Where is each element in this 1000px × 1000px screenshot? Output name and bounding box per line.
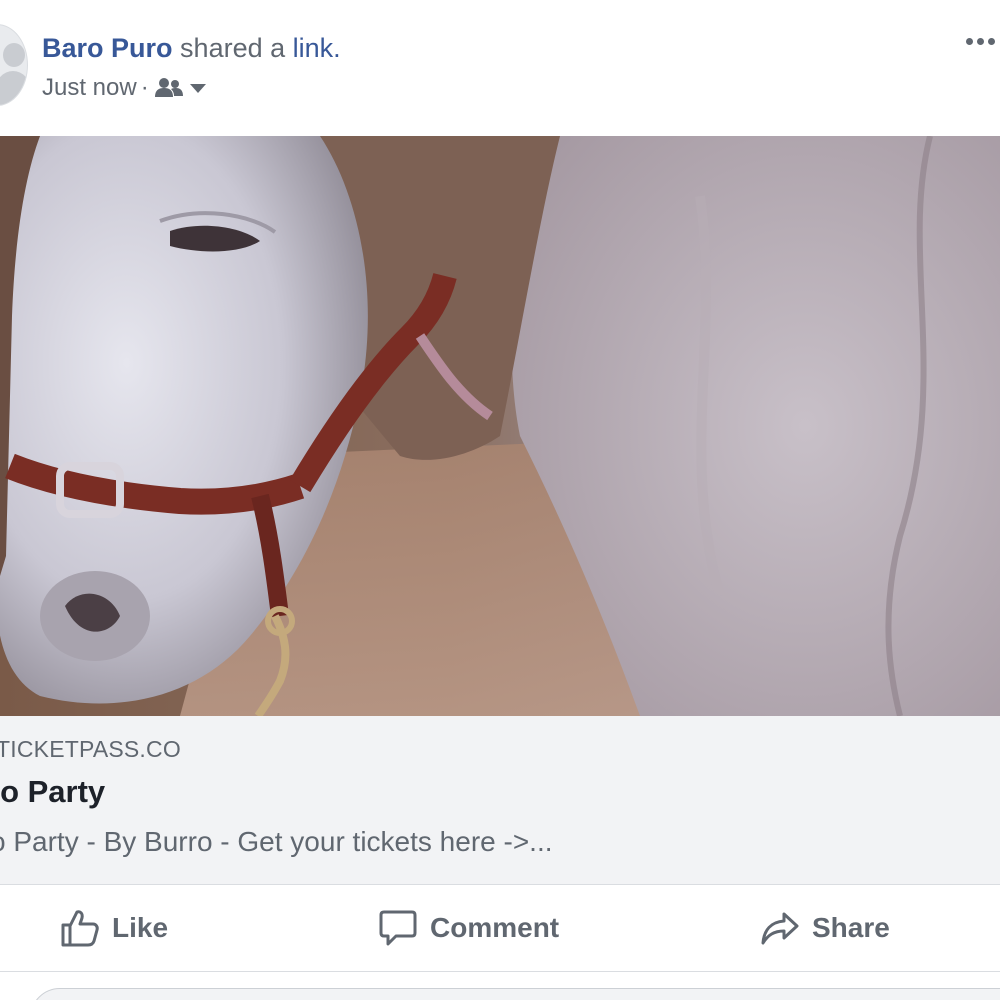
- share-arrow-icon: [761, 912, 799, 945]
- avatar-silhouette-head: [3, 43, 25, 67]
- post-timestamp[interactable]: Just now: [42, 72, 137, 104]
- feed-post: Baro Puro shared a link. Just now · TICK…: [0, 0, 1000, 1000]
- author-avatar[interactable]: [0, 24, 28, 106]
- comment-input[interactable]: [30, 988, 1000, 1000]
- post-meta: Just now ·: [42, 72, 207, 104]
- link-domain: TICKETPASS.CO: [0, 736, 181, 762]
- link-preview-image[interactable]: [0, 136, 1000, 716]
- author-name-link[interactable]: Baro Puro: [42, 33, 173, 63]
- comment-button[interactable]: Comment: [378, 905, 559, 951]
- link-description: o Party - By Burro - Get your tickets he…: [0, 826, 553, 857]
- avatar-silhouette-body: [0, 71, 27, 105]
- link-preview-caption[interactable]: TICKETPASS.CO ro Party o Party - By Burr…: [0, 716, 1000, 885]
- audience-selector[interactable]: [154, 77, 207, 99]
- more-dot: [966, 37, 973, 45]
- like-button[interactable]: Like: [60, 905, 168, 951]
- shared-action-text: shared a: [180, 33, 286, 63]
- thumbs-up-icon: [61, 910, 99, 947]
- friends-icon: [154, 78, 183, 97]
- post-action-bar: Like Comment Share: [0, 885, 1000, 972]
- link-title[interactable]: ro Party: [0, 774, 105, 810]
- comment-label: Comment: [430, 912, 560, 943]
- meta-separator: ·: [140, 74, 149, 101]
- more-dot: [977, 37, 984, 45]
- post-header-line: Baro Puro shared a link.: [42, 30, 341, 66]
- more-dot: [988, 37, 995, 45]
- more-options-icon[interactable]: [966, 26, 1000, 56]
- share-label: Share: [812, 912, 890, 943]
- share-button[interactable]: Share: [760, 905, 890, 951]
- chevron-down-icon: [189, 84, 206, 93]
- shared-link-word[interactable]: link.: [293, 33, 341, 63]
- speech-bubble-icon: [379, 910, 417, 946]
- like-label: Like: [112, 912, 169, 943]
